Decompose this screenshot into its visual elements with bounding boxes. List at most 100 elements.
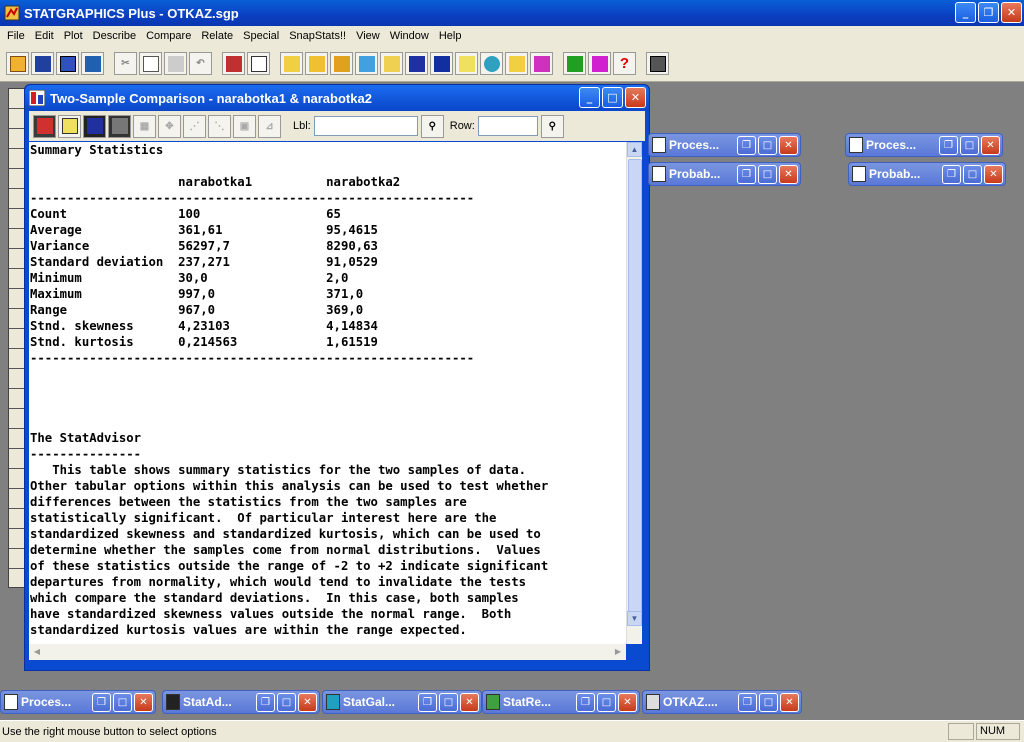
pie-chart-icon[interactable] (355, 52, 378, 75)
minimize-child-button[interactable]: _ (579, 87, 600, 108)
menu-help[interactable]: Help (434, 30, 467, 42)
minimized-window-probability-1[interactable]: Probab... ❐ □ ✕ (648, 162, 801, 186)
restore-icon[interactable]: ❐ (942, 164, 961, 184)
menu-compare[interactable]: Compare (141, 30, 196, 42)
analysis-options-icon[interactable] (58, 114, 81, 138)
histogram-icon[interactable] (330, 52, 353, 75)
analysis-window-icon (4, 694, 18, 710)
row-input[interactable] (477, 116, 538, 136)
save-icon[interactable] (31, 52, 54, 75)
close-icon[interactable]: ✕ (460, 692, 479, 712)
maximize-icon[interactable]: □ (963, 164, 982, 184)
two-sample-comparison-window[interactable]: Two-Sample Comparison - narabotka1 & nar… (24, 84, 650, 671)
paste-icon[interactable] (164, 52, 187, 75)
scroll-left-arrow-icon[interactable]: ◀ (29, 644, 45, 660)
maximize-icon[interactable]: □ (758, 164, 777, 184)
statadvisor-icon[interactable] (563, 52, 586, 75)
data-grid-icon[interactable] (56, 52, 79, 75)
minimized-window-otkaz[interactable]: OTKAZ.... ❐ □ ✕ (642, 690, 802, 714)
find-label-binoculars-icon[interactable]: ⚲ (420, 114, 444, 138)
xy-plot-icon[interactable] (380, 52, 403, 75)
line-chart-icon[interactable] (455, 52, 478, 75)
open-folder-icon[interactable] (6, 52, 29, 75)
lbl-input[interactable] (313, 116, 418, 136)
calculator-grid-icon[interactable] (81, 52, 104, 75)
maximize-icon[interactable]: □ (113, 692, 132, 712)
cut-icon[interactable]: ✂ (114, 52, 137, 75)
close-icon[interactable]: ✕ (134, 692, 153, 712)
scroll-right-arrow-icon[interactable]: ▶ (610, 644, 626, 660)
minimized-window-statreporter[interactable]: StatRe... ❐ □ ✕ (482, 690, 640, 714)
vertical-scrollbar[interactable]: ▲ ▼ (626, 142, 642, 644)
help-icon[interactable]: ? (613, 52, 636, 75)
waveform-icon[interactable] (405, 52, 428, 75)
maximize-icon[interactable]: □ (277, 692, 296, 712)
minimized-window-process-1[interactable]: Proces... ❐ □ ✕ (648, 133, 801, 157)
child-title-bar[interactable]: Two-Sample Comparison - narabotka1 & nar… (25, 85, 649, 111)
close-child-button[interactable]: ✕ (625, 87, 646, 108)
minimized-window-probability-2[interactable]: Probab... ❐ □ ✕ (848, 162, 1006, 186)
restore-icon[interactable]: ❐ (418, 692, 437, 712)
menu-special[interactable]: Special (238, 30, 284, 42)
close-app-button[interactable]: ✕ (1001, 2, 1022, 23)
minimized-window-process-2[interactable]: Proces... ❐ □ ✕ (845, 133, 1003, 157)
menu-edit[interactable]: Edit (30, 30, 59, 42)
find-row-binoculars-icon[interactable]: ⚲ (540, 114, 564, 138)
menu-view[interactable]: View (351, 30, 385, 42)
maximize-icon[interactable]: □ (597, 692, 616, 712)
copy-icon[interactable] (139, 52, 162, 75)
glm-icon[interactable] (530, 52, 553, 75)
minimize-app-button[interactable]: _ (955, 2, 976, 23)
graphical-options-icon[interactable] (108, 114, 131, 138)
analysis-output-pane[interactable]: Summary Statistics narabotka1 narabotka2… (29, 142, 626, 644)
menu-window[interactable]: Window (385, 30, 434, 42)
print-icon[interactable] (222, 52, 245, 75)
child-title: Two-Sample Comparison - narabotka1 & nar… (50, 90, 372, 106)
tree-diagram-icon[interactable] (505, 52, 528, 75)
boxplot-icon[interactable] (305, 52, 328, 75)
calculator-icon[interactable] (646, 52, 669, 75)
horizontal-scrollbar[interactable]: ◀ ▶ (29, 644, 626, 660)
restore-icon[interactable]: ❐ (737, 135, 756, 155)
close-icon[interactable]: ✕ (780, 692, 799, 712)
restore-icon[interactable]: ❐ (939, 135, 958, 155)
tabular-options-icon[interactable] (83, 114, 106, 138)
scroll-down-arrow-icon[interactable]: ▼ (627, 611, 642, 626)
scroll-thumb[interactable] (628, 159, 642, 612)
maximize-icon[interactable]: □ (758, 135, 777, 155)
menu-plot[interactable]: Plot (59, 30, 88, 42)
maximize-child-button[interactable]: □ (602, 87, 623, 108)
menu-relate[interactable]: Relate (196, 30, 238, 42)
menu-describe[interactable]: Describe (88, 30, 141, 42)
restore-icon[interactable]: ❐ (737, 164, 756, 184)
maximize-icon[interactable]: □ (759, 692, 778, 712)
statwizard-icon[interactable] (588, 52, 611, 75)
stat-row: Average 361,61 95,4615 (30, 223, 378, 237)
menu-snapstats[interactable]: SnapStats!! (284, 30, 351, 42)
minimized-window-statgallery[interactable]: StatGal... ❐ □ ✕ (322, 690, 482, 714)
close-icon[interactable]: ✕ (618, 692, 637, 712)
input-dialog-icon[interactable] (33, 114, 56, 138)
restore-icon[interactable]: ❐ (92, 692, 111, 712)
close-icon[interactable]: ✕ (298, 692, 317, 712)
minimized-window-process-bottom[interactable]: Proces... ❐ □ ✕ (0, 690, 156, 714)
globe-icon[interactable] (480, 52, 503, 75)
app-title-bar[interactable]: STATGRAPHICS Plus - OTKAZ.sgp _ ❐ ✕ (0, 0, 1024, 26)
distribution-icon[interactable] (430, 52, 453, 75)
undo-icon[interactable]: ↶ (189, 52, 212, 75)
minimized-window-statadvisor[interactable]: StatAd... ❐ □ ✕ (162, 690, 320, 714)
close-icon[interactable]: ✕ (779, 164, 798, 184)
restore-icon[interactable]: ❐ (576, 692, 595, 712)
menu-file[interactable]: File (2, 30, 30, 42)
restore-icon[interactable]: ❐ (256, 692, 275, 712)
scatterplot-icon[interactable] (280, 52, 303, 75)
scroll-up-arrow-icon[interactable]: ▲ (627, 142, 642, 157)
close-icon[interactable]: ✕ (779, 135, 798, 155)
maximize-icon[interactable]: □ (960, 135, 979, 155)
restore-app-button[interactable]: ❐ (978, 2, 999, 23)
close-icon[interactable]: ✕ (984, 164, 1003, 184)
close-icon[interactable]: ✕ (981, 135, 1000, 155)
maximize-icon[interactable]: □ (439, 692, 458, 712)
print-preview-icon[interactable] (247, 52, 270, 75)
restore-icon[interactable]: ❐ (738, 692, 757, 712)
